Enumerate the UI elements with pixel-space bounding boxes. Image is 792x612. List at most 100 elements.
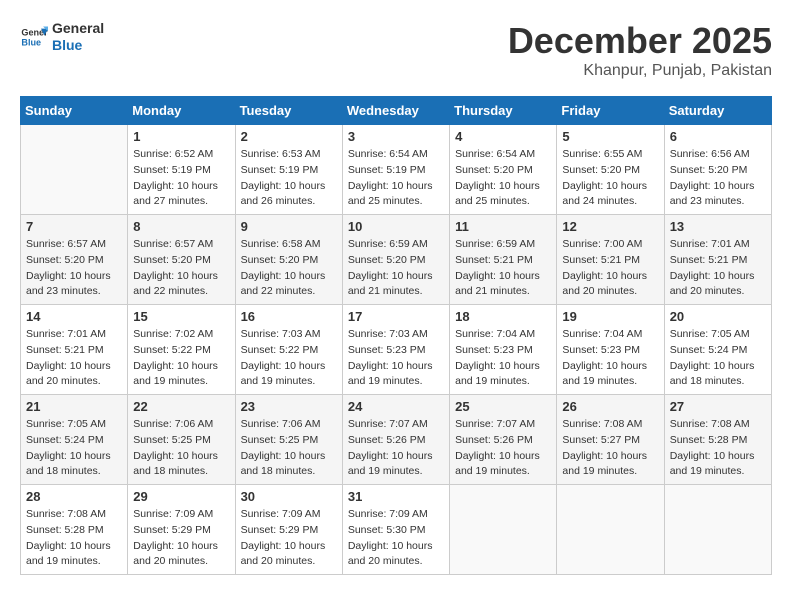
day-number: 29: [133, 489, 229, 504]
day-number: 27: [670, 399, 766, 414]
day-info: Sunrise: 6:52 AMSunset: 5:19 PMDaylight:…: [133, 147, 229, 210]
day-number: 16: [241, 309, 337, 324]
calendar-day-cell: 17 Sunrise: 7:03 AMSunset: 5:23 PMDayligh…: [342, 305, 449, 395]
calendar-day-cell: 25 Sunrise: 7:07 AMSunset: 5:26 PMDayligh…: [450, 395, 557, 485]
day-number: 25: [455, 399, 551, 414]
calendar-week-row: 28Sunrise: 7:08 AMSunset: 5:28 PMDayligh…: [21, 485, 772, 575]
day-info: Sunrise: 6:55 AMSunset: 5:20 PMDaylight:…: [562, 147, 658, 210]
day-info: Sunrise: 6:54 AMSunset: 5:19 PMDaylight:…: [348, 147, 444, 210]
calendar-day-cell: 7 Sunrise: 6:57 AMSunset: 5:20 PMDaylight…: [21, 215, 128, 305]
day-number: 30: [241, 489, 337, 504]
day-info: Sunrise: 7:09 AMSunset: 5:29 PMDaylight:…: [241, 507, 337, 570]
title-section: December 2025 Khanpur, Punjab, Pakistan: [508, 20, 772, 80]
day-number: 24: [348, 399, 444, 414]
day-info: Sunrise: 7:02 AMSunset: 5:22 PMDaylight:…: [133, 327, 229, 390]
day-info: Sunrise: 6:54 AMSunset: 5:20 PMDaylight:…: [455, 147, 551, 210]
calendar-table: SundayMondayTuesdayWednesdayThursdayFrid…: [20, 96, 772, 575]
header: General Blue General Blue December 2025 …: [20, 20, 772, 80]
day-number: 4: [455, 129, 551, 144]
calendar-day-cell: 18Sunrise: 7:04 AMSunset: 5:23 PMDayligh…: [450, 305, 557, 395]
calendar-day-cell: 2Sunrise: 6:53 AMSunset: 5:19 PMDaylight…: [235, 125, 342, 215]
day-info: Sunrise: 7:01 AMSunset: 5:21 PMDaylight:…: [26, 327, 122, 390]
day-number: 13: [670, 219, 766, 234]
day-number: 20: [670, 309, 766, 324]
day-info: Sunrise: 7:08 AMSunset: 5:27 PMDaylight:…: [562, 417, 658, 480]
day-info: Sunrise: 6:59 AMSunset: 5:21 PMDaylight:…: [455, 237, 551, 300]
logo: General Blue General Blue: [20, 20, 104, 54]
day-number: 6: [670, 129, 766, 144]
day-info: Sunrise: 7:07 AMSunset: 5:26 PMDaylight:…: [348, 417, 444, 480]
calendar-day-cell: 19Sunrise: 7:04 AMSunset: 5:23 PMDayligh…: [557, 305, 664, 395]
weekday-header-thursday: Thursday: [450, 97, 557, 125]
calendar-day-cell: 15 Sunrise: 7:02 AMSunset: 5:22 PMDayligh…: [128, 305, 235, 395]
day-info: Sunrise: 7:05 AMSunset: 5:24 PMDaylight:…: [26, 417, 122, 480]
calendar-day-cell: 11Sunrise: 6:59 AMSunset: 5:21 PMDayligh…: [450, 215, 557, 305]
day-number: 10: [348, 219, 444, 234]
calendar-day-cell: 12 Sunrise: 7:00 AMSunset: 5:21 PMDayligh…: [557, 215, 664, 305]
day-number: 22: [133, 399, 229, 414]
day-number: 12: [562, 219, 658, 234]
day-info: Sunrise: 6:59 AMSunset: 5:20 PMDaylight:…: [348, 237, 444, 300]
month-title: December 2025: [508, 20, 772, 62]
calendar-day-cell: [450, 485, 557, 575]
day-info: Sunrise: 7:03 AMSunset: 5:23 PMDaylight:…: [348, 327, 444, 390]
day-info: Sunrise: 7:06 AMSunset: 5:25 PMDaylight:…: [241, 417, 337, 480]
calendar-day-cell: 22Sunrise: 7:06 AMSunset: 5:25 PMDayligh…: [128, 395, 235, 485]
calendar-day-cell: [21, 125, 128, 215]
day-info: Sunrise: 6:56 AMSunset: 5:20 PMDaylight:…: [670, 147, 766, 210]
weekday-header-row: SundayMondayTuesdayWednesdayThursdayFrid…: [21, 97, 772, 125]
calendar-day-cell: 14 Sunrise: 7:01 AMSunset: 5:21 PMDayligh…: [21, 305, 128, 395]
calendar-day-cell: 9 Sunrise: 6:58 AMSunset: 5:20 PMDaylight…: [235, 215, 342, 305]
day-number: 7: [26, 219, 122, 234]
logo-blue: Blue: [52, 37, 104, 54]
location-title: Khanpur, Punjab, Pakistan: [508, 62, 772, 80]
weekday-header-monday: Monday: [128, 97, 235, 125]
day-number: 23: [241, 399, 337, 414]
calendar-day-cell: 6 Sunrise: 6:56 AMSunset: 5:20 PMDaylight…: [664, 125, 771, 215]
calendar-week-row: 1Sunrise: 6:52 AMSunset: 5:19 PMDaylight…: [21, 125, 772, 215]
calendar-week-row: 7 Sunrise: 6:57 AMSunset: 5:20 PMDaylight…: [21, 215, 772, 305]
day-info: Sunrise: 6:58 AMSunset: 5:20 PMDaylight:…: [241, 237, 337, 300]
day-info: Sunrise: 7:08 AMSunset: 5:28 PMDaylight:…: [670, 417, 766, 480]
day-number: 15: [133, 309, 229, 324]
calendar-day-cell: 20 Sunrise: 7:05 AMSunset: 5:24 PMDayligh…: [664, 305, 771, 395]
day-info: Sunrise: 7:04 AMSunset: 5:23 PMDaylight:…: [455, 327, 551, 390]
day-number: 9: [241, 219, 337, 234]
day-info: Sunrise: 7:04 AMSunset: 5:23 PMDaylight:…: [562, 327, 658, 390]
weekday-header-tuesday: Tuesday: [235, 97, 342, 125]
calendar-day-cell: 30 Sunrise: 7:09 AMSunset: 5:29 PMDayligh…: [235, 485, 342, 575]
calendar-day-cell: 3 Sunrise: 6:54 AMSunset: 5:19 PMDaylight…: [342, 125, 449, 215]
day-info: Sunrise: 6:57 AMSunset: 5:20 PMDaylight:…: [26, 237, 122, 300]
day-info: Sunrise: 6:57 AMSunset: 5:20 PMDaylight:…: [133, 237, 229, 300]
calendar-day-cell: 27 Sunrise: 7:08 AMSunset: 5:28 PMDayligh…: [664, 395, 771, 485]
day-info: Sunrise: 7:09 AMSunset: 5:29 PMDaylight:…: [133, 507, 229, 570]
day-number: 2: [241, 129, 337, 144]
calendar-day-cell: 8Sunrise: 6:57 AMSunset: 5:20 PMDaylight…: [128, 215, 235, 305]
day-number: 5: [562, 129, 658, 144]
day-number: 3: [348, 129, 444, 144]
weekday-header-wednesday: Wednesday: [342, 97, 449, 125]
day-number: 17: [348, 309, 444, 324]
logo-general: General: [52, 20, 104, 37]
calendar-day-cell: 4 Sunrise: 6:54 AMSunset: 5:20 PMDaylight…: [450, 125, 557, 215]
calendar-day-cell: 28Sunrise: 7:08 AMSunset: 5:28 PMDayligh…: [21, 485, 128, 575]
day-info: Sunrise: 7:08 AMSunset: 5:28 PMDaylight:…: [26, 507, 122, 570]
weekday-header-sunday: Sunday: [21, 97, 128, 125]
logo-icon: General Blue: [20, 23, 48, 51]
calendar-day-cell: 31 Sunrise: 7:09 AMSunset: 5:30 PMDayligh…: [342, 485, 449, 575]
day-info: Sunrise: 7:09 AMSunset: 5:30 PMDaylight:…: [348, 507, 444, 570]
calendar-day-cell: 29 Sunrise: 7:09 AMSunset: 5:29 PMDayligh…: [128, 485, 235, 575]
calendar-day-cell: [664, 485, 771, 575]
day-info: Sunrise: 7:05 AMSunset: 5:24 PMDaylight:…: [670, 327, 766, 390]
calendar-day-cell: 16 Sunrise: 7:03 AMSunset: 5:22 PMDayligh…: [235, 305, 342, 395]
weekday-header-saturday: Saturday: [664, 97, 771, 125]
svg-text:Blue: Blue: [21, 37, 41, 47]
calendar-day-cell: 5 Sunrise: 6:55 AMSunset: 5:20 PMDaylight…: [557, 125, 664, 215]
day-info: Sunrise: 7:03 AMSunset: 5:22 PMDaylight:…: [241, 327, 337, 390]
weekday-header-friday: Friday: [557, 97, 664, 125]
day-number: 14: [26, 309, 122, 324]
calendar-week-row: 21Sunrise: 7:05 AMSunset: 5:24 PMDayligh…: [21, 395, 772, 485]
day-info: Sunrise: 7:07 AMSunset: 5:26 PMDaylight:…: [455, 417, 551, 480]
day-number: 31: [348, 489, 444, 504]
day-info: Sunrise: 7:00 AMSunset: 5:21 PMDaylight:…: [562, 237, 658, 300]
